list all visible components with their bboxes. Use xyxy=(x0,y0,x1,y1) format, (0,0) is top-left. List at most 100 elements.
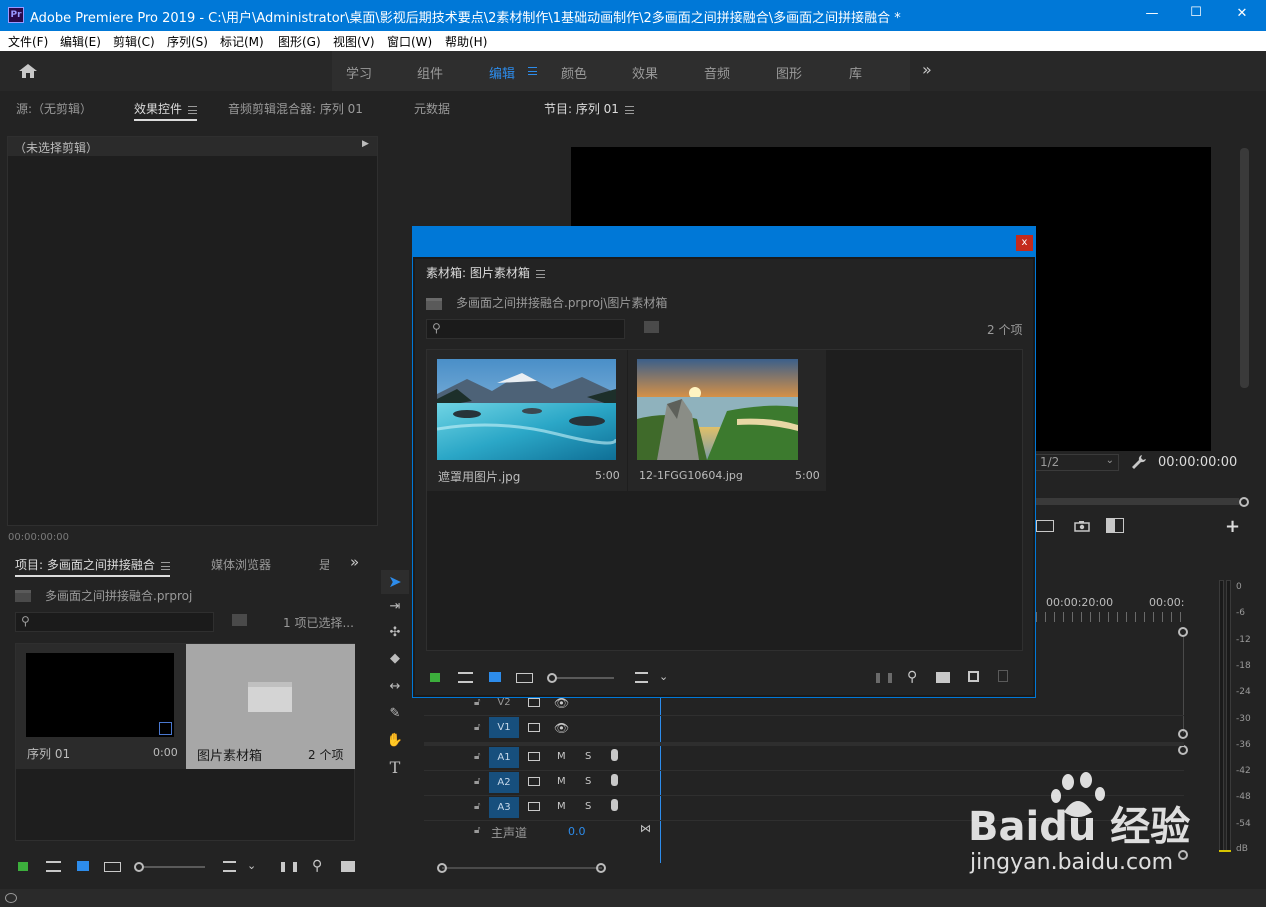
bin-clip-2[interactable]: 12-1FGG10604.jpg 5:00 xyxy=(628,350,826,491)
ws-learn[interactable]: 学习 xyxy=(346,63,372,82)
settings-wrench-icon[interactable] xyxy=(1131,454,1147,473)
go-to-in-out-icon[interactable]: ⋈ xyxy=(640,822,651,835)
project-menu-icon[interactable] xyxy=(160,561,170,570)
tab-audio-clip-mixer[interactable]: 音频剪辑混合器: 序列 01 xyxy=(228,100,363,117)
automate-sequence-icon[interactable] xyxy=(281,862,297,872)
maximize-button[interactable]: ☐ xyxy=(1184,5,1208,20)
export-frame-camera-icon[interactable] xyxy=(1074,520,1090,532)
menu-help[interactable]: 帮助(H) xyxy=(445,33,487,50)
mic-icon-a3[interactable] xyxy=(611,799,618,811)
home-icon[interactable] xyxy=(18,63,38,79)
tab-project[interactable]: 项目: 多画面之间拼接融合 xyxy=(15,556,170,577)
ws-editing[interactable]: 编辑 xyxy=(489,63,515,82)
menu-graphics[interactable]: 图形(G) xyxy=(278,33,321,50)
eye-icon-v2[interactable]: 👁︎ xyxy=(554,696,569,710)
track-lock-icon-v1[interactable]: 🔓︎ xyxy=(474,722,480,733)
track-label-a1[interactable]: A1 xyxy=(489,747,519,768)
bin-tab[interactable]: 素材箱: 图片素材箱 xyxy=(426,264,545,281)
menu-sequence[interactable]: 序列(S) xyxy=(167,33,208,50)
track-lock-icon-v2[interactable]: 🔓︎ xyxy=(474,697,480,708)
toggle-sync-icon-a3[interactable] xyxy=(528,802,540,811)
timebar-end-handle[interactable] xyxy=(1239,497,1249,507)
project-item-sequence[interactable]: 序列 01 0:00 xyxy=(16,644,186,769)
status-indicator-icon[interactable] xyxy=(5,893,17,903)
ws-color[interactable]: 颜色 xyxy=(561,63,587,82)
mic-icon-a1[interactable] xyxy=(611,749,618,761)
icon-view-icon[interactable] xyxy=(77,861,89,871)
bin-menu-icon[interactable] xyxy=(535,269,545,278)
tab-source[interactable]: 源:（无剪辑） xyxy=(16,100,92,117)
tab-overflow[interactable]: 是 xyxy=(319,556,329,573)
toggle-sync-icon-a1[interactable] xyxy=(528,752,540,761)
toggle-sync-icon-v2[interactable] xyxy=(528,698,540,707)
program-menu-icon[interactable] xyxy=(624,105,634,114)
bin-list-view-icon[interactable] xyxy=(458,672,473,683)
ws-graphics[interactable]: 图形 xyxy=(776,63,802,82)
mic-icon-a2[interactable] xyxy=(611,774,618,786)
mute-button-a1[interactable]: M xyxy=(557,751,566,762)
sort-icon[interactable] xyxy=(223,861,236,872)
tab-media-browser[interactable]: 媒体浏览器 xyxy=(211,556,271,573)
bin-window-titlebar[interactable]: x xyxy=(413,227,1035,257)
ws-editing-menu-icon[interactable] xyxy=(528,67,537,75)
bin-up-folder-icon[interactable] xyxy=(426,298,442,310)
timeline-hscroll[interactable] xyxy=(442,867,602,869)
bin-zoom-slider[interactable] xyxy=(547,673,614,683)
eye-icon-v1[interactable]: 👁︎ xyxy=(554,721,569,735)
slip-tool-icon[interactable]: ↔ xyxy=(384,680,406,693)
bin-sort-chevron-icon[interactable]: ⌄ xyxy=(659,670,668,683)
add-button-icon[interactable]: + xyxy=(1225,516,1240,537)
hscroll-right-handle[interactable] xyxy=(596,863,606,873)
compare-view-icon[interactable] xyxy=(1106,518,1124,533)
new-search-bin-icon[interactable] xyxy=(232,614,247,626)
bin-clip-1[interactable]: 遮罩用图片.jpg 5:00 xyxy=(427,350,627,491)
ws-effects[interactable]: 效果 xyxy=(632,63,658,82)
menu-file[interactable]: 文件(F) xyxy=(8,33,48,50)
zoom-slider[interactable] xyxy=(134,862,205,872)
bin-freeform-view-icon[interactable] xyxy=(516,673,533,683)
insert-overlay-icon[interactable] xyxy=(1036,520,1054,532)
track-label-a3[interactable]: A3 xyxy=(489,797,519,818)
selection-tool-icon[interactable]: ➤ xyxy=(381,570,409,594)
pen-tool-icon[interactable]: ✎ xyxy=(384,707,406,720)
hand-tool-icon[interactable]: ✋ xyxy=(384,734,406,747)
bin-lock-icon[interactable] xyxy=(430,673,440,682)
razor-tool-icon[interactable]: ◆ xyxy=(384,652,406,665)
ripple-edit-tool-icon[interactable]: ✣ xyxy=(384,626,406,639)
toggle-sync-icon-v1[interactable] xyxy=(528,723,540,732)
solo-button-a2[interactable]: S xyxy=(585,776,591,787)
bin-close-button[interactable]: x xyxy=(1016,235,1033,251)
track-label-v1[interactable]: V1 xyxy=(489,717,519,738)
freeform-view-icon[interactable] xyxy=(104,862,121,872)
project-item-bin[interactable]: 图片素材箱 2 个项 xyxy=(186,644,355,769)
panel-menu-icon[interactable] xyxy=(188,105,198,114)
new-bin-icon[interactable] xyxy=(341,861,355,872)
mute-button-a3[interactable]: M xyxy=(557,801,566,812)
track-label-a2[interactable]: A2 xyxy=(489,772,519,793)
list-view-icon[interactable] xyxy=(46,861,61,872)
tab-program[interactable]: 节目: 序列 01 xyxy=(544,100,634,117)
bin-new-search-icon[interactable] xyxy=(644,321,659,333)
expand-arrow-icon[interactable]: ▶ xyxy=(362,139,369,149)
bin-find-icon[interactable]: ⚲ xyxy=(907,669,917,685)
project-lock-icon[interactable] xyxy=(18,862,28,871)
menu-marker[interactable]: 标记(M) xyxy=(220,33,264,50)
project-more-icon[interactable]: » xyxy=(350,553,359,571)
sort-chevron-icon[interactable]: ⌄ xyxy=(247,859,256,872)
menu-window[interactable]: 窗口(W) xyxy=(387,33,432,50)
ws-assembly[interactable]: 组件 xyxy=(417,63,443,82)
menu-view[interactable]: 视图(V) xyxy=(333,33,375,50)
tab-metadata[interactable]: 元数据 xyxy=(414,100,450,117)
bin-icon-view-icon[interactable] xyxy=(489,672,501,682)
timeline-vscroll-top[interactable] xyxy=(1178,627,1188,637)
bin-search-input[interactable]: ⚲ xyxy=(426,319,625,339)
ws-audio[interactable]: 音频 xyxy=(704,63,730,82)
hscroll-left-handle[interactable] xyxy=(437,863,447,873)
find-icon[interactable]: ⚲ xyxy=(312,858,322,874)
track-lock-icon-a1[interactable]: 🔓︎ xyxy=(474,751,480,762)
track-label-v2[interactable]: V2 xyxy=(489,697,519,708)
bin-trash-icon[interactable] xyxy=(998,670,1008,682)
ws-libraries[interactable]: 库 xyxy=(849,63,862,82)
master-volume-value[interactable]: 0.0 xyxy=(568,825,586,838)
tab-effect-controls[interactable]: 效果控件 xyxy=(134,100,198,121)
